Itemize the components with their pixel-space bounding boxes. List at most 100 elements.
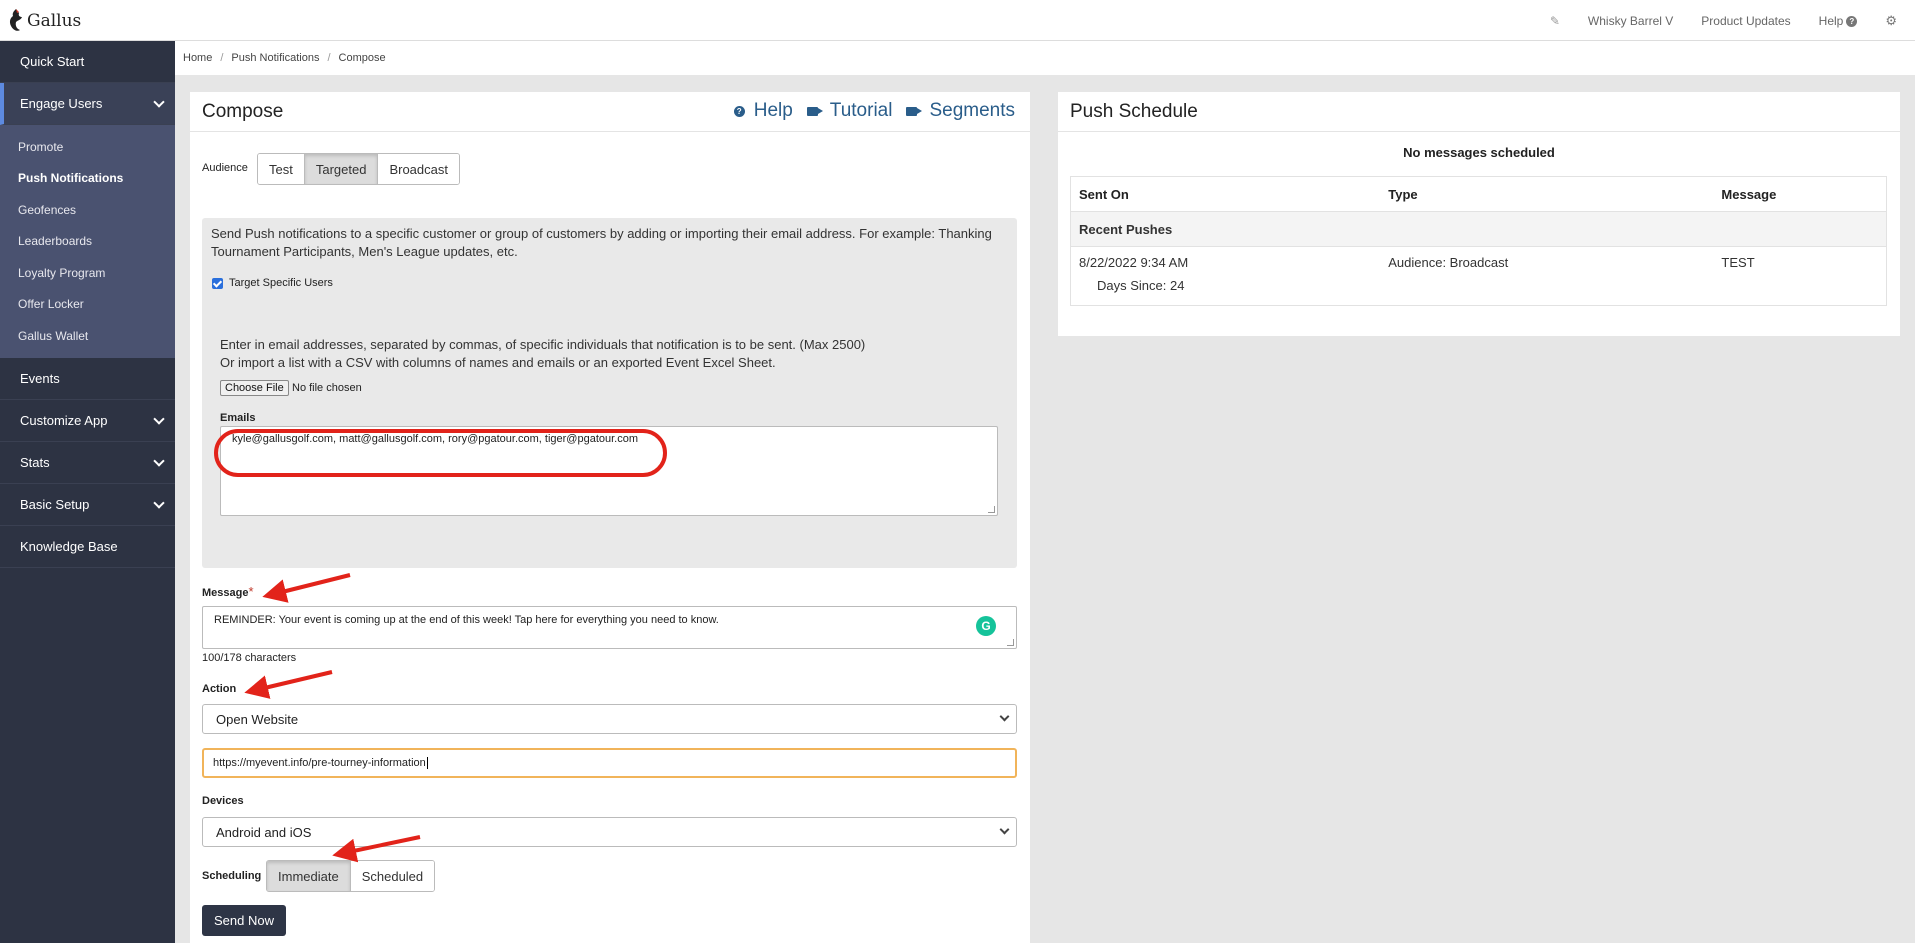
sidebar-submenu: Promote Push Notifications Geofences Lea… bbox=[0, 125, 175, 358]
chevron-down-icon bbox=[153, 96, 165, 108]
file-status-text: No file chosen bbox=[292, 382, 362, 394]
question-circle-icon: ? bbox=[733, 105, 745, 117]
audience-broadcast-button[interactable]: Broadcast bbox=[378, 154, 459, 184]
sidebar-item-label: Knowledge Base bbox=[20, 538, 118, 554]
push-schedule-panel: Push Schedule No messages scheduled Sent… bbox=[1058, 92, 1900, 336]
rooster-logo-icon bbox=[9, 9, 22, 31]
gear-icon[interactable]: ⚙ bbox=[1885, 13, 1897, 29]
target-users-box: Send Push notifications to a specific cu… bbox=[202, 218, 1017, 568]
days-since-value: Days Since: 24 bbox=[1097, 278, 1185, 293]
breadcrumb-separator: / bbox=[220, 52, 224, 64]
recent-pushes-table: Sent On Type Message Recent Pushes 8/22/… bbox=[1070, 176, 1887, 306]
recent-pushes-heading: Recent Pushes bbox=[1071, 212, 1886, 246]
edit-icon[interactable]: ✎ bbox=[1550, 14, 1560, 28]
help-link[interactable]: Help ? bbox=[1819, 14, 1858, 28]
resize-handle[interactable] bbox=[988, 506, 995, 513]
sidebar: Quick Start Engage Users Promote Push No… bbox=[0, 41, 175, 943]
compose-title: Compose bbox=[202, 101, 284, 122]
table-header-row: Sent On Type Message bbox=[1071, 177, 1886, 212]
sidebar-item-label: Events bbox=[20, 370, 60, 386]
column-header-type: Type bbox=[1388, 186, 1418, 202]
help-header-link[interactable]: ? Help bbox=[733, 100, 793, 122]
choose-file-button[interactable]: Choose File bbox=[220, 380, 289, 396]
scheduling-immediate-button[interactable]: Immediate bbox=[267, 861, 351, 891]
sidebar-item-basic-setup[interactable]: Basic Setup bbox=[0, 484, 175, 526]
breadcrumb-compose: Compose bbox=[338, 52, 386, 64]
segments-header-label: Segments bbox=[929, 100, 1015, 121]
sidebar-item-label: Basic Setup bbox=[20, 496, 90, 512]
sidebar-subitem-gallus-wallet[interactable]: Gallus Wallet bbox=[0, 320, 175, 352]
sidebar-item-quick-start[interactable]: Quick Start bbox=[0, 41, 175, 83]
chevron-down-icon bbox=[153, 412, 165, 425]
breadcrumb-separator: / bbox=[327, 52, 331, 64]
website-url-value: https://myevent.info/pre-tourney-informa… bbox=[213, 757, 426, 769]
chevron-down-icon bbox=[153, 454, 165, 467]
tutorial-header-label: Tutorial bbox=[829, 100, 893, 121]
message-value: REMINDER: Your event is coming up at the… bbox=[214, 614, 719, 626]
action-select[interactable]: Open Website bbox=[202, 704, 1017, 734]
text-cursor bbox=[426, 757, 428, 769]
sidebar-subitem-push-notifications[interactable]: Push Notifications bbox=[0, 163, 175, 195]
type-cell: Audience: Broadcast bbox=[1388, 255, 1509, 270]
action-label: Action bbox=[202, 683, 237, 695]
product-updates-link[interactable]: Product Updates bbox=[1701, 14, 1790, 28]
chevron-down-icon bbox=[999, 824, 1010, 835]
sidebar-item-label: Quick Start bbox=[20, 54, 85, 69]
help-header-label: Help bbox=[753, 100, 793, 121]
table-row[interactable]: 8/22/2022 9:34 AM Days Since: 24 Audienc… bbox=[1071, 247, 1886, 305]
scheduling-selector: Immediate Scheduled bbox=[266, 860, 436, 892]
sidebar-item-customize-app[interactable]: Customize App bbox=[0, 400, 175, 442]
action-select-value: Open Website bbox=[216, 711, 299, 727]
target-specific-users-checkbox[interactable] bbox=[212, 278, 223, 289]
scheduling-scheduled-button[interactable]: Scheduled bbox=[350, 861, 435, 891]
sidebar-item-label: Engage Users bbox=[20, 96, 103, 111]
no-messages-text: No messages scheduled bbox=[1403, 145, 1555, 160]
devices-label: Devices bbox=[202, 795, 244, 807]
app-name: Gallus bbox=[27, 11, 82, 31]
sidebar-item-knowledge-base[interactable]: Knowledge Base bbox=[0, 526, 175, 568]
audience-selector: Test Targeted Broadcast bbox=[257, 153, 460, 185]
sidebar-item-engage-users[interactable]: Engage Users bbox=[0, 83, 175, 125]
audience-label: Audience bbox=[202, 162, 248, 174]
grammarly-icon[interactable]: G bbox=[976, 616, 996, 636]
audience-test-button[interactable]: Test bbox=[258, 154, 305, 184]
sidebar-item-stats[interactable]: Stats bbox=[0, 442, 175, 484]
table-section-row: Recent Pushes bbox=[1071, 212, 1886, 247]
resize-handle[interactable] bbox=[1007, 639, 1014, 646]
email-help-text-2: Or import a list with a CSV with columns… bbox=[220, 355, 776, 370]
audience-targeted-button[interactable]: Targeted bbox=[304, 154, 379, 184]
video-camera-icon bbox=[906, 106, 923, 116]
sidebar-subitem-loyalty-program[interactable]: Loyalty Program bbox=[0, 257, 175, 289]
sidebar-subitem-leaderboards[interactable]: Leaderboards bbox=[0, 226, 175, 258]
send-now-button[interactable]: Send Now bbox=[202, 905, 286, 936]
breadcrumb-home[interactable]: Home bbox=[183, 52, 212, 64]
segments-header-link[interactable]: Segments bbox=[906, 100, 1015, 122]
sidebar-item-events[interactable]: Events bbox=[0, 358, 175, 400]
sidebar-subitem-offer-locker[interactable]: Offer Locker bbox=[0, 289, 175, 321]
message-textarea[interactable]: REMINDER: Your event is coming up at the… bbox=[202, 606, 1017, 649]
message-label-text: Message bbox=[202, 587, 249, 599]
devices-select-value: Android and iOS bbox=[216, 824, 312, 840]
top-nav: ✎ Whisky Barrel V Product Updates Help ?… bbox=[1522, 13, 1897, 29]
character-count: 100/178 characters bbox=[202, 652, 297, 664]
tutorial-header-link[interactable]: Tutorial bbox=[806, 100, 893, 122]
emails-label: Emails bbox=[220, 412, 256, 424]
scheduling-label: Scheduling bbox=[202, 870, 262, 882]
sidebar-subitem-promote[interactable]: Promote bbox=[0, 131, 175, 163]
account-link[interactable]: Whisky Barrel V bbox=[1588, 14, 1673, 28]
required-marker: * bbox=[248, 584, 254, 599]
chevron-down-icon bbox=[999, 711, 1010, 722]
top-bar: Gallus ✎ Whisky Barrel V Product Updates… bbox=[0, 0, 1915, 41]
website-url-input[interactable]: https://myevent.info/pre-tourney-informa… bbox=[202, 748, 1017, 778]
app-logo[interactable]: Gallus bbox=[8, 8, 81, 34]
chevron-down-icon bbox=[153, 496, 165, 509]
email-help-text-1: Enter in email addresses, separated by c… bbox=[220, 337, 866, 352]
compose-panel: Compose ? Help Tutorial Segments Audienc… bbox=[190, 92, 1030, 943]
target-specific-users-label: Target Specific Users bbox=[229, 277, 333, 289]
breadcrumb-push-notifications[interactable]: Push Notifications bbox=[231, 52, 319, 64]
sidebar-subitem-geofences[interactable]: Geofences bbox=[0, 194, 175, 226]
devices-select[interactable]: Android and iOS bbox=[202, 817, 1017, 847]
panel-divider bbox=[190, 131, 1030, 132]
compose-header-links: ? Help Tutorial Segments bbox=[720, 100, 1015, 122]
video-camera-icon bbox=[806, 106, 823, 116]
